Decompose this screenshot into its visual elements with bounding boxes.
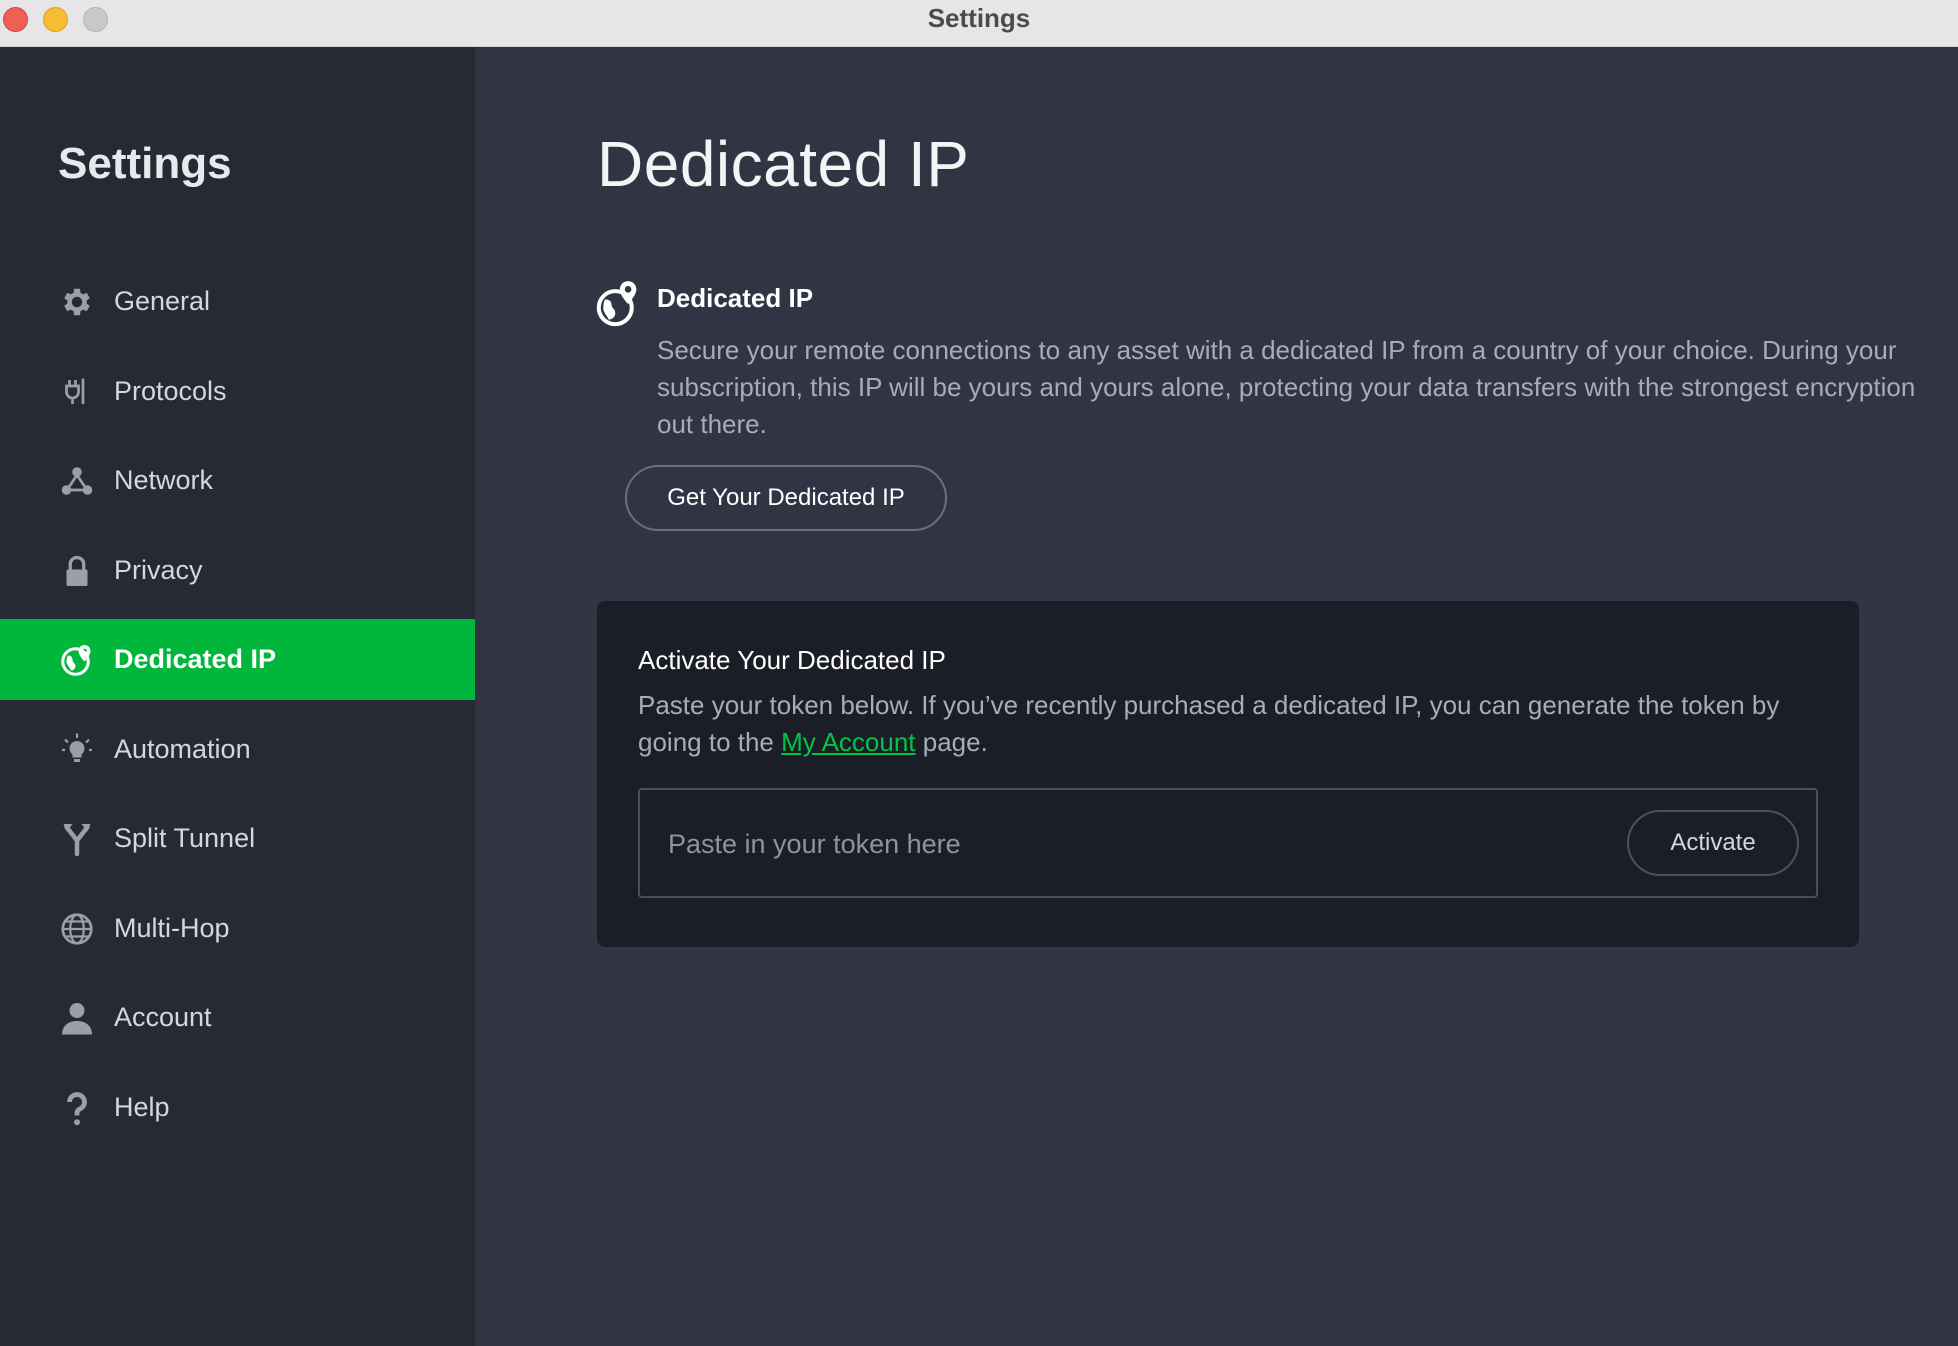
sidebar-item-label: Multi-Hop (114, 913, 230, 943)
activate-dedicated-ip-card: Activate Your Dedicated IP Paste your to… (597, 601, 1859, 947)
page-title: Dedicated IP (597, 128, 970, 200)
sidebar-item-help[interactable]: Help (0, 1067, 475, 1148)
globe-icon (58, 910, 96, 948)
question-icon (58, 1089, 96, 1127)
dedicated-ip-icon (58, 641, 96, 679)
sidebar-item-network[interactable]: Network (0, 440, 475, 521)
activate-card-description: Paste your token below. If you’ve recent… (638, 687, 1838, 761)
sidebar-item-label: Account (114, 1002, 212, 1032)
sidebar-item-label: General (114, 286, 211, 316)
activate-card-title: Activate Your Dedicated IP (638, 645, 946, 675)
activate-button[interactable]: Activate (1627, 810, 1799, 876)
get-dedicated-ip-button[interactable]: Get Your Dedicated IP (625, 465, 947, 531)
sidebar-item-label: Automation (114, 734, 251, 764)
sidebar-item-split-tunnel[interactable]: Split Tunnel (0, 798, 475, 879)
sidebar-item-label: Network (114, 465, 214, 495)
gear-icon (58, 283, 96, 321)
lightbulb-icon (58, 731, 96, 769)
sidebar: Settings General Protocols Network Priva… (0, 47, 475, 1346)
sidebar-item-automation[interactable]: Automation (0, 709, 475, 790)
feature-title: Dedicated IP (657, 283, 814, 313)
sidebar-item-label: Dedicated IP (114, 644, 277, 674)
my-account-link[interactable]: My Account (781, 727, 915, 757)
sidebar-title: Settings (58, 139, 232, 188)
user-icon (58, 999, 96, 1037)
sidebar-item-protocols[interactable]: Protocols (0, 351, 475, 432)
sidebar-item-dedicated-ip[interactable]: Dedicated IP (0, 619, 475, 700)
sidebar-item-label: Split Tunnel (114, 823, 256, 853)
sidebar-item-general[interactable]: General (0, 261, 475, 342)
sidebar-item-label: Privacy (114, 555, 203, 585)
window-title: Settings (927, 3, 1031, 33)
sidebar-item-privacy[interactable]: Privacy (0, 530, 475, 611)
sidebar-item-account[interactable]: Account (0, 977, 475, 1058)
main-content: Dedicated IP Dedicated IP Secure your re… (475, 47, 1958, 1346)
plug-icon (58, 373, 96, 411)
sidebar-item-label: Protocols (114, 376, 227, 406)
feature-description: Secure your remote connections to any as… (657, 335, 1916, 439)
split-tunnel-icon (58, 820, 96, 858)
network-icon (58, 462, 96, 500)
token-field-container: Activate (638, 788, 1818, 898)
sidebar-item-multi-hop[interactable]: Multi-Hop (0, 888, 475, 969)
dedicated-ip-icon (596, 279, 640, 329)
token-input[interactable] (668, 792, 1608, 896)
lock-icon (58, 552, 96, 590)
window-titlebar: Settings (0, 0, 1958, 47)
activate-desc-text-end: page. (915, 727, 988, 757)
sidebar-item-label: Help (114, 1092, 170, 1122)
